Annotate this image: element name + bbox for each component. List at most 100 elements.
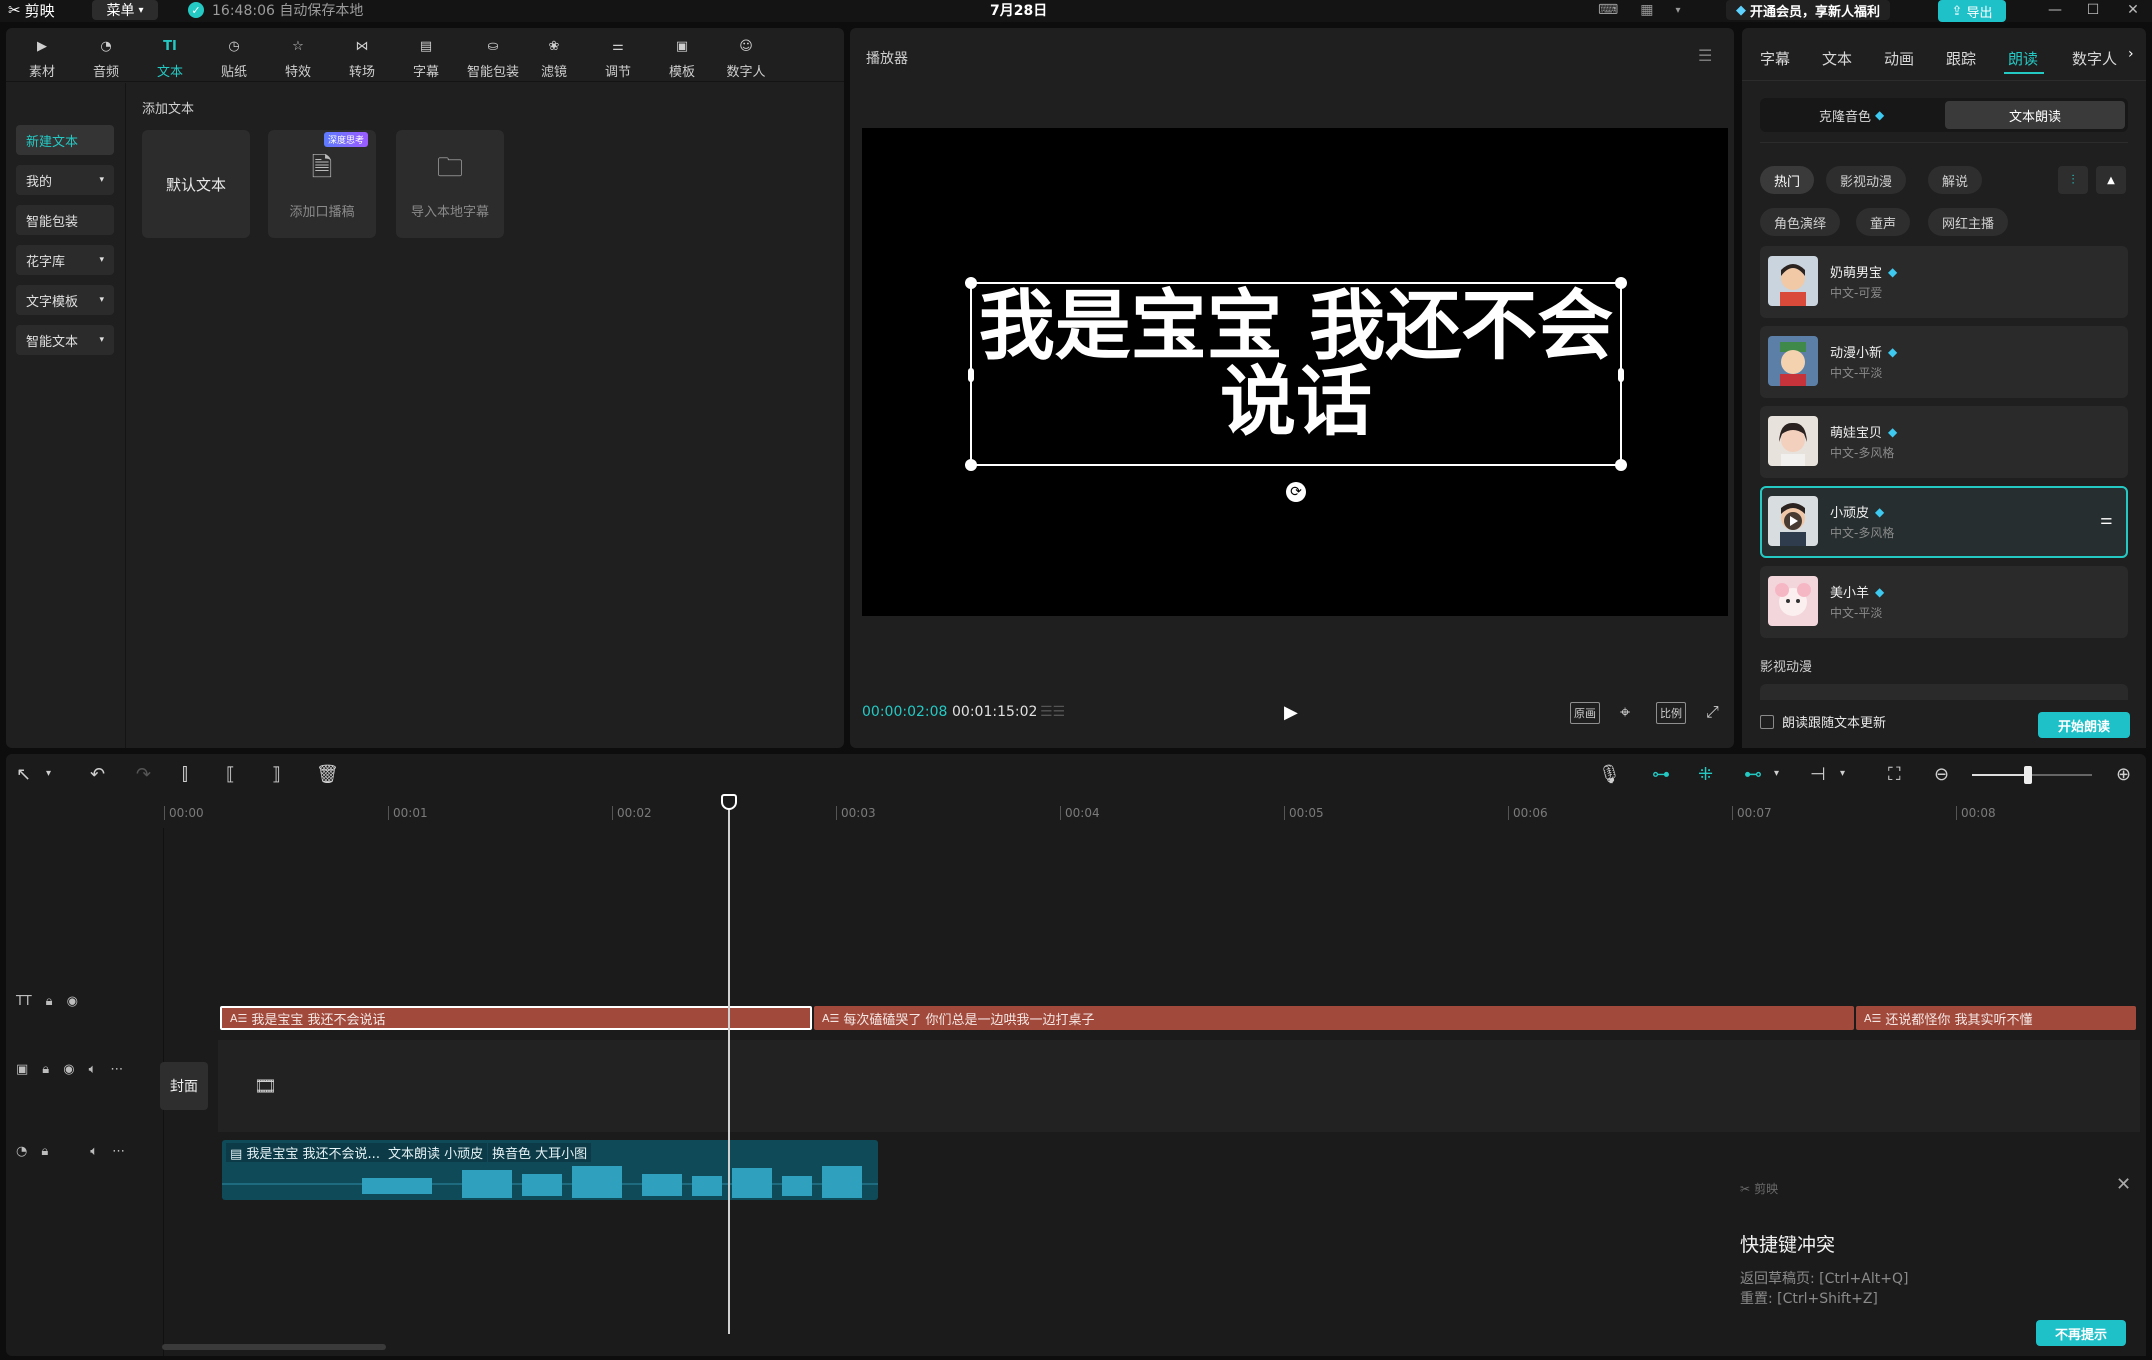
tab-subtitle[interactable]: 字幕 xyxy=(1760,48,1790,69)
lock-icon[interactable]: 🔒︎ xyxy=(46,994,53,1009)
import-subtitle-card[interactable]: 🗀 导入本地字幕 xyxy=(396,130,504,238)
rotate-icon[interactable]: ⟳ xyxy=(1286,482,1306,502)
voice-item-partial[interactable] xyxy=(1760,684,2128,700)
eye-icon[interactable]: ◉ xyxy=(63,1062,74,1077)
tab-sticker[interactable]: ◷ 贴纸 xyxy=(206,34,262,81)
preview-axis-icon[interactable]: ⊣ xyxy=(1810,764,1826,785)
zoom-in-icon[interactable]: ⊕ xyxy=(2116,764,2131,785)
text-read-button[interactable]: 文本朗读 xyxy=(1945,101,2125,129)
hamburger-menu-icon[interactable]: ☰ xyxy=(1698,46,1712,65)
clone-voice-button[interactable]: 克隆音色 ◆ xyxy=(1763,101,1943,129)
export-button[interactable]: ⇪ 导出 xyxy=(1938,0,2006,22)
trim-left-icon[interactable]: ⟦ xyxy=(226,764,235,785)
chevron-down-icon[interactable]: ▾ xyxy=(1675,5,1680,16)
text-clip-selected[interactable]: A☰ 我是宝宝 我还不会说话 xyxy=(220,1006,812,1030)
playhead[interactable] xyxy=(728,794,730,1334)
more-icon[interactable]: ⋯ xyxy=(110,1062,123,1077)
subnav-fancy-text[interactable]: 花字库 ▾ xyxy=(16,245,114,275)
video-track-area[interactable] xyxy=(218,1040,2140,1132)
delete-icon[interactable]: 🗑 xyxy=(316,764,339,785)
voice-item-selected[interactable]: 小顽皮 ◆ 中文-多风格 ⚌ xyxy=(1760,486,2128,558)
tab-tracking[interactable]: 跟踪 xyxy=(1946,48,1976,69)
microphone-icon[interactable]: 🎙 xyxy=(1598,764,1621,785)
maximize-icon[interactable]: ☐ xyxy=(2078,0,2108,20)
settings-sliders-icon[interactable]: ⚌ xyxy=(2100,512,2113,528)
tab-adjust[interactable]: ⚌ 调节 xyxy=(590,34,646,81)
voice-item[interactable]: 美小羊 ◆ 中文-平淡 xyxy=(1760,566,2128,638)
timeline-scrollbar[interactable] xyxy=(162,1344,386,1350)
vip-promo-button[interactable]: ◆ 开通会员，享新人福利 xyxy=(1726,0,1891,20)
eye-icon[interactable]: ◉ xyxy=(67,994,78,1009)
tab-effects[interactable]: ☆ 特效 xyxy=(270,34,326,81)
trim-right-icon[interactable]: ⟧ xyxy=(272,764,281,785)
waveform-toggle-icon[interactable]: ☰☰ xyxy=(1040,704,1065,720)
more-icon[interactable]: ⋯ xyxy=(112,1144,125,1159)
collapse-up-icon[interactable]: ▲ xyxy=(2096,166,2126,194)
tab-text[interactable]: TI 文本 xyxy=(142,34,198,81)
resize-handle[interactable] xyxy=(1615,459,1627,471)
subnav-text-template[interactable]: 文字模板 ▾ xyxy=(16,285,114,315)
chevron-down-icon[interactable]: ▾ xyxy=(1840,768,1845,779)
project-title[interactable]: 7月28日 xyxy=(990,0,1047,20)
chevron-down-icon[interactable]: ▾ xyxy=(1774,768,1779,779)
screenshot-icon[interactable]: ⌖ xyxy=(1620,702,1630,723)
tab-template[interactable]: ▣ 模板 xyxy=(654,34,710,81)
subnav-smart-text[interactable]: 智能文本 ▾ xyxy=(16,325,114,355)
chip-hot[interactable]: 热门 xyxy=(1760,166,1815,194)
cover-button[interactable]: 封面 xyxy=(160,1062,208,1110)
start-read-button[interactable]: 开始朗读 xyxy=(2038,712,2130,738)
playhead-handle[interactable] xyxy=(721,794,737,810)
chip-role-play[interactable]: 角色演绎 xyxy=(1760,208,1841,236)
subnav-mine[interactable]: 我的 ▾ xyxy=(16,165,114,195)
tab-subtitle[interactable]: ▤ 字幕 xyxy=(398,34,454,81)
audio-clip[interactable]: ▤ 我是宝宝 我还不会说... 文本朗读 小顽皮 换音色 大耳小图 xyxy=(222,1140,878,1200)
lock-icon[interactable]: 🔒︎ xyxy=(42,1062,49,1077)
original-quality-button[interactable]: 原画 xyxy=(1570,702,1600,724)
chip-child-voice[interactable]: 童声 xyxy=(1856,208,1911,236)
voice-item[interactable]: 动漫小新 ◆ 中文-平淡 xyxy=(1760,326,2128,398)
follow-text-checkbox[interactable]: 朗读跟随文本更新 xyxy=(1760,712,1886,731)
tab-digital-human[interactable]: 数字人 xyxy=(2072,48,2117,69)
tab-read-aloud[interactable]: 朗读 xyxy=(2008,48,2038,69)
ratio-button[interactable]: 比例 xyxy=(1656,702,1686,724)
tab-smart-package[interactable]: ⛀ 智能包装 xyxy=(462,34,524,81)
subnav-smart-package[interactable]: 智能包装 xyxy=(16,205,114,235)
tab-media[interactable]: ▶ 素材 xyxy=(14,34,70,81)
chip-commentary[interactable]: 解说 xyxy=(1928,166,1983,194)
select-cursor-icon[interactable]: ↖ xyxy=(16,764,31,785)
close-window-icon[interactable]: ✕ xyxy=(2118,0,2148,20)
tab-digital-human[interactable]: ☺ 数字人 xyxy=(718,34,774,81)
default-text-card[interactable]: 默认文本 xyxy=(142,130,250,238)
minimize-icon[interactable]: — xyxy=(2040,0,2070,20)
auto-snap-icon[interactable]: ⁜ xyxy=(1698,764,1713,785)
text-clip[interactable]: A☰ 还说都怪你 我其实听不懂 xyxy=(1856,1006,2136,1030)
main-track-magnet-icon[interactable]: ⊶ xyxy=(1652,764,1670,785)
layout-icon[interactable]: ▦ xyxy=(1640,2,1653,18)
play-icon[interactable]: ▶ xyxy=(1284,702,1298,723)
speaker-icon[interactable]: 🔈︎ xyxy=(90,1144,98,1159)
zoom-out-icon[interactable]: ⊖ xyxy=(1934,764,1949,785)
tab-animation[interactable]: 动画 xyxy=(1884,48,1914,69)
resize-handle[interactable] xyxy=(965,459,977,471)
chevron-down-icon[interactable]: ▾ xyxy=(46,768,51,779)
lock-icon[interactable]: 🔒︎ xyxy=(41,1144,48,1159)
add-script-card[interactable]: 深度思考 🗎 添加口播稿 xyxy=(268,130,376,238)
video-preview[interactable]: 我是宝宝 我还不会说话 ⟳ xyxy=(862,128,1728,616)
text-clip[interactable]: A☰ 每次磕磕哭了 你们总是一边哄我一边打桌子 xyxy=(814,1006,1854,1030)
tab-transition[interactable]: ⋈ 转场 xyxy=(334,34,390,81)
tab-text[interactable]: 文本 xyxy=(1822,48,1852,69)
time-ruler[interactable]: 00:00 00:01 00:02 00:03 00:04 00:05 00:0… xyxy=(164,796,2146,828)
speaker-icon[interactable]: 🔈︎ xyxy=(89,1062,97,1077)
zoom-slider[interactable] xyxy=(1972,766,2092,784)
menu-button[interactable]: 菜单 ▾ xyxy=(92,0,158,20)
subnav-new-text[interactable]: 新建文本 xyxy=(16,125,114,155)
chip-film-anime[interactable]: 影视动漫 xyxy=(1826,166,1907,194)
fullscreen-icon[interactable]: ⤢ xyxy=(1706,702,1719,722)
tab-filter[interactable]: ❀ 滤镜 xyxy=(526,34,582,81)
redo-icon[interactable]: ↷ xyxy=(136,764,151,785)
dont-remind-button[interactable]: 不再提示 xyxy=(2036,1320,2126,1346)
filter-icon[interactable]: ⫶ xyxy=(2058,166,2088,194)
fit-view-icon[interactable]: ⛶ xyxy=(1888,764,1901,785)
voice-item[interactable]: 奶萌男宝 ◆ 中文-可爱 xyxy=(1760,246,2128,318)
close-icon[interactable]: ✕ xyxy=(2116,1174,2131,1195)
